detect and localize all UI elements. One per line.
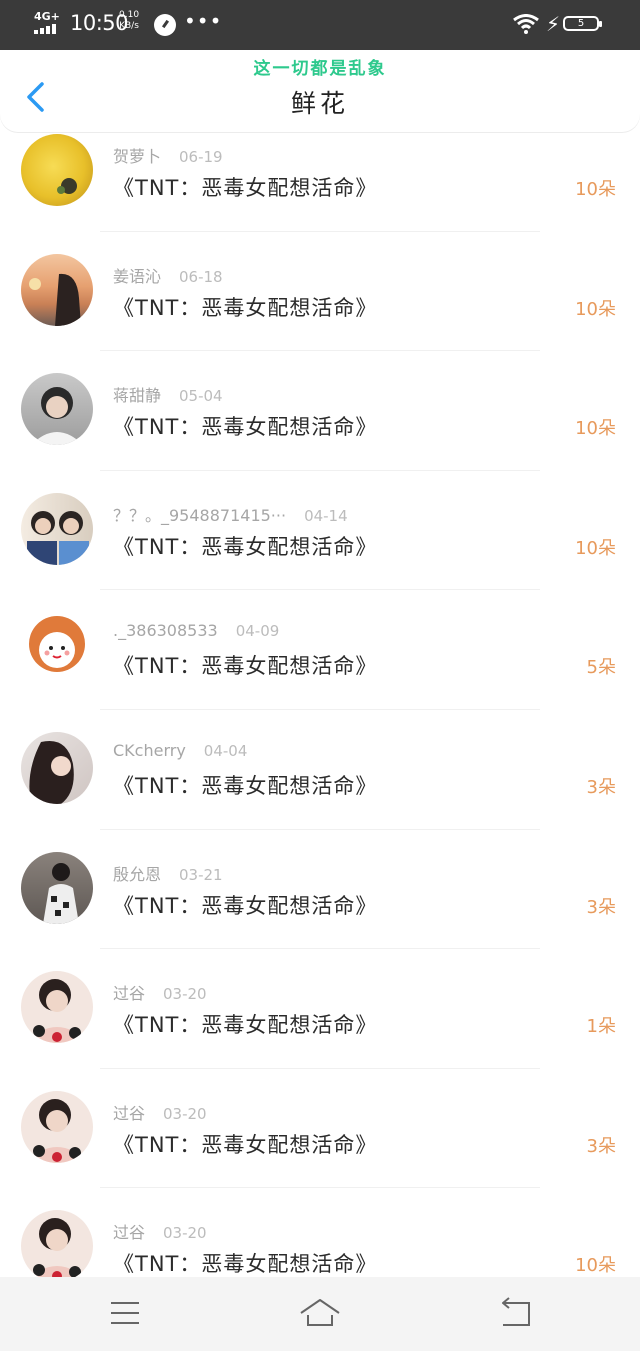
avatar[interactable] bbox=[21, 373, 93, 446]
avatar[interactable] bbox=[21, 731, 93, 804]
network-speed-unit: KB/s bbox=[119, 21, 139, 31]
flower-count: 10朵 bbox=[575, 537, 616, 559]
flower-count: 10朵 bbox=[575, 418, 616, 440]
avatar[interactable] bbox=[21, 134, 93, 206]
list-item[interactable]: ？？。_9548871415··· 04-14 《TNT：恶毒女配想活命》 10朵 bbox=[0, 471, 640, 591]
list-item[interactable]: 殷允恩 03-21 《TNT：恶毒女配想活命》 3朵 bbox=[0, 830, 640, 950]
avatar[interactable] bbox=[21, 612, 93, 685]
watermark-text: 这一切都是乱象 bbox=[253, 59, 387, 79]
navigation-bar bbox=[0, 1277, 640, 1351]
send-date: 04-14 bbox=[304, 506, 348, 525]
user-name: 过谷 bbox=[113, 1223, 146, 1243]
book-title: 《TNT：恶毒女配想活命》 bbox=[113, 534, 378, 559]
speedometer-icon bbox=[154, 14, 176, 36]
send-date: 05-04 bbox=[179, 387, 223, 406]
book-title: 《TNT：恶毒女配想活命》 bbox=[113, 176, 378, 200]
status-bar: 4G+ 10:50 0.10 KB/s ••• ⚡ 5 bbox=[0, 0, 640, 50]
book-title: 《TNT：恶毒女配想活命》 bbox=[113, 893, 378, 918]
send-date: 03-20 bbox=[163, 1224, 207, 1243]
book-title: 《TNT：恶毒女配想活命》 bbox=[113, 654, 378, 679]
avatar[interactable] bbox=[21, 1090, 93, 1163]
send-date: 04-09 bbox=[235, 622, 280, 641]
avatar[interactable] bbox=[21, 851, 93, 924]
avatar[interactable] bbox=[21, 253, 93, 326]
network-speed: 0.10 KB/s bbox=[119, 10, 139, 32]
flower-count: 1朵 bbox=[586, 1016, 616, 1038]
network-speed-value: 0.10 bbox=[119, 10, 140, 20]
user-name: 殷允恩 bbox=[113, 864, 162, 884]
return-icon[interactable] bbox=[495, 1295, 535, 1331]
book-title: 《TNT：恶毒女配想活命》 bbox=[113, 1013, 378, 1038]
send-date: 03-20 bbox=[163, 1104, 207, 1123]
more-notifications-icon: ••• bbox=[184, 9, 223, 33]
charging-icon: ⚡ bbox=[546, 12, 561, 36]
user-name: 过谷 bbox=[113, 1103, 146, 1123]
user-name: ._386308533 bbox=[113, 621, 218, 641]
menu-icon[interactable] bbox=[105, 1295, 145, 1331]
book-title: 《TNT：恶毒女配想活命》 bbox=[113, 1132, 378, 1157]
send-date: 06-19 bbox=[179, 148, 223, 166]
flower-count: 5朵 bbox=[586, 657, 616, 679]
flower-count: 3朵 bbox=[586, 1135, 616, 1157]
user-name: CKcherry bbox=[113, 740, 186, 760]
flower-count: 10朵 bbox=[575, 1255, 616, 1277]
list-item[interactable]: ._386308533 04-09 《TNT：恶毒女配想活命》 5朵 bbox=[0, 590, 640, 710]
list-item[interactable]: 过谷 03-20 《TNT：恶毒女配想活命》 1朵 bbox=[0, 949, 640, 1069]
flower-count: 10朵 bbox=[575, 298, 616, 320]
book-title: 《TNT：恶毒女配想活命》 bbox=[113, 1252, 378, 1277]
book-title: 《TNT：恶毒女配想活命》 bbox=[113, 415, 378, 440]
send-date: 03-20 bbox=[163, 985, 207, 1004]
home-icon[interactable] bbox=[298, 1295, 342, 1331]
avatar[interactable] bbox=[21, 971, 93, 1044]
send-date: 03-21 bbox=[179, 865, 223, 884]
book-title: 《TNT：恶毒女配想活命》 bbox=[113, 295, 378, 320]
flower-count: 3朵 bbox=[586, 896, 616, 918]
user-name: 贺萝卜 bbox=[113, 147, 162, 166]
signal-icon bbox=[34, 24, 62, 34]
network-type: 4G+ bbox=[34, 10, 60, 23]
user-name: 过谷 bbox=[113, 984, 146, 1004]
list-item[interactable]: 过谷 03-20 《TNT：恶毒女配想活命》 3朵 bbox=[0, 1069, 640, 1189]
list-item[interactable]: 姜语沁 06-18 《TNT：恶毒女配想活命》 10朵 bbox=[0, 232, 640, 352]
avatar[interactable] bbox=[21, 492, 93, 565]
battery-level: 5 bbox=[577, 18, 585, 29]
list-item[interactable]: 贺萝卜 06-19 《TNT：恶毒女配想活命》 10朵 bbox=[0, 112, 640, 232]
user-name: 蒋甜静 bbox=[113, 386, 162, 406]
list-item[interactable]: 蒋甜静 05-04 《TNT：恶毒女配想活命》 10朵 bbox=[0, 351, 640, 471]
flower-count: 10朵 bbox=[575, 179, 616, 200]
flower-list: 贺萝卜 06-19 《TNT：恶毒女配想活命》 10朵 姜语沁 06-18 《TNT… bbox=[0, 112, 640, 1308]
avatar[interactable] bbox=[21, 1210, 93, 1283]
user-name: ？？。_9548871415··· bbox=[113, 505, 287, 525]
list-item[interactable]: CKcherry 04-04 《TNT：恶毒女配想活命》 3朵 bbox=[0, 710, 640, 830]
send-date: 04-04 bbox=[203, 741, 248, 760]
send-date: 06-18 bbox=[179, 267, 223, 286]
flower-count: 3朵 bbox=[586, 776, 616, 798]
user-name: 姜语沁 bbox=[113, 266, 162, 286]
battery-icon: 5 bbox=[563, 16, 602, 31]
wifi-icon bbox=[513, 14, 539, 34]
book-title: 《TNT：恶毒女配想活命》 bbox=[113, 773, 378, 798]
